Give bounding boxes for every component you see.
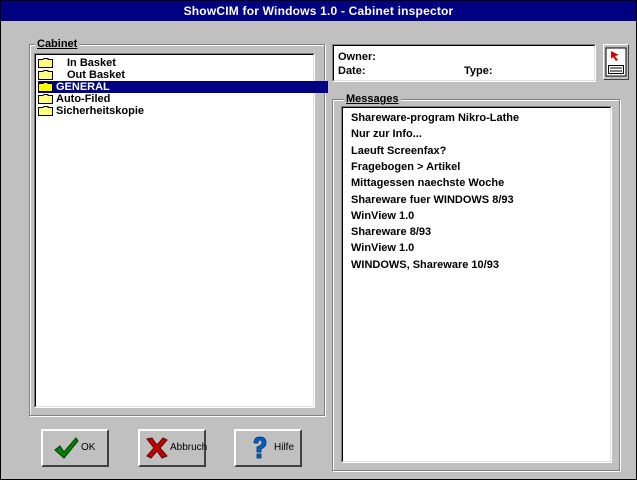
cabinet-item[interactable]: GENERAL — [38, 81, 328, 93]
cabinet-item[interactable]: Auto-Filed — [38, 93, 110, 105]
folder-icon — [38, 82, 53, 92]
ok-button[interactable]: OK — [41, 429, 109, 467]
cabinet-item-label: Auto-Filed — [56, 93, 111, 105]
save-call-icon — [605, 47, 627, 77]
date-label: Date: — [338, 65, 366, 77]
cabinet-item-label: Out Basket — [67, 69, 126, 81]
x-mark-icon — [146, 437, 168, 459]
message-item[interactable]: Shareware 8/93 — [351, 226, 431, 239]
folder-icon — [38, 70, 53, 80]
cancel-button[interactable]: Abbruch — [138, 429, 208, 467]
ok-button-label: OK — [81, 442, 96, 453]
help-button[interactable]: Hilfe — [234, 429, 302, 467]
message-item[interactable]: WinView 1.0 — [351, 210, 414, 223]
message-item[interactable]: WinView 1.0 — [351, 242, 414, 255]
message-item[interactable]: Nur zur Info... — [351, 128, 422, 141]
window-title: ShowCIM for Windows 1.0 - Cabinet inspec… — [1, 1, 636, 21]
cabinet-item-label: Sicherheitskopie — [56, 105, 145, 117]
folder-icon — [38, 94, 53, 104]
folder-icon — [38, 106, 53, 116]
messages-group-label: Messages — [344, 93, 401, 105]
cabinet-tree[interactable]: In Basket Out Basket GENERAL Auto-Filed Sich… — [34, 53, 328, 408]
message-item[interactable]: Laeuft Screenfax? — [351, 145, 446, 158]
message-item[interactable]: Shareware-program Nikro-Lathe — [351, 112, 519, 125]
messages-list[interactable]: Shareware-program Nikro-Lathe Nur zur Inf… — [341, 106, 612, 463]
cabinet-group-label: Cabinet — [35, 38, 80, 50]
cabinet-item[interactable]: Out Basket — [38, 69, 125, 81]
message-item[interactable]: WINDOWS, Shareware 10/93 — [351, 259, 499, 272]
folder-icon — [38, 58, 53, 68]
message-item[interactable]: Fragebogen > Artikel — [351, 161, 460, 174]
save-call-button[interactable] — [603, 44, 629, 80]
cabinet-item-label: GENERAL — [56, 81, 110, 93]
cabinet-item[interactable]: Sicherheitskopie — [38, 105, 144, 117]
question-mark-icon — [253, 436, 267, 459]
type-label: Type: — [464, 65, 493, 77]
info-panel: Owner: Date: Type: — [332, 44, 596, 82]
message-item[interactable]: Shareware fuer WINDOWS 8/93 — [351, 194, 514, 207]
cancel-button-label: Abbruch — [170, 442, 208, 453]
message-item[interactable]: Mittagessen naechste Woche — [351, 177, 504, 190]
cabinet-inspector-window: ShowCIM for Windows 1.0 - Cabinet inspec… — [0, 0, 637, 480]
cabinet-item-label: In Basket — [67, 57, 116, 69]
cabinet-item[interactable]: In Basket — [38, 57, 116, 69]
help-button-label: Hilfe — [274, 442, 295, 453]
checkmark-icon — [54, 437, 79, 459]
owner-label: Owner: — [338, 51, 376, 63]
